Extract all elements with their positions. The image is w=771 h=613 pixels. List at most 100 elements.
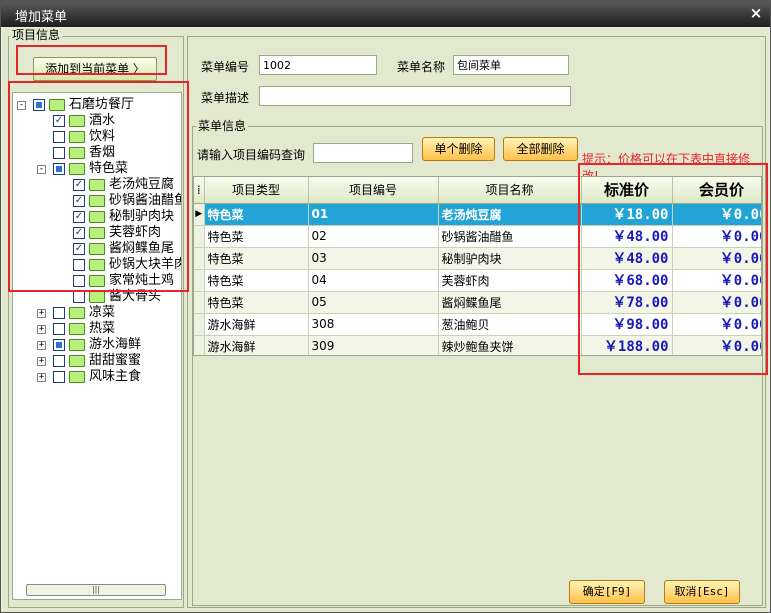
cell-code[interactable]: 309 (308, 335, 439, 355)
cell-type[interactable]: 特色菜 (204, 269, 309, 292)
table-row[interactable]: 特色菜04芙蓉虾肉￥68.00￥0.00 (194, 269, 761, 292)
cell-code[interactable]: 02 (308, 225, 439, 248)
checkbox-icon[interactable]: ✓ (73, 179, 85, 191)
cell-name[interactable]: 酱焖鲽鱼尾 (438, 291, 582, 314)
tree-node[interactable]: 饮料 (13, 129, 181, 145)
table-row[interactable]: 特色菜05酱焖鲽鱼尾￥78.00￥0.00 (194, 291, 761, 314)
cell-code[interactable]: 04 (308, 269, 439, 292)
checkbox-icon[interactable]: ✓ (73, 227, 85, 239)
menu-desc-input[interactable] (259, 86, 571, 106)
cell-type[interactable]: 特色菜 (204, 203, 309, 226)
tree-horizontal-scrollbar[interactable]: ||| (26, 584, 166, 596)
menu-code-input[interactable] (259, 55, 377, 75)
tree-node[interactable]: ✓ 砂锅酱油醋鱼 (13, 193, 181, 209)
cell-type[interactable]: 特色菜 (204, 291, 309, 314)
table-row[interactable]: 游水海鲜309辣炒鲍鱼夹饼￥188.00￥0.00 (194, 335, 761, 355)
cell-standard-price[interactable]: ￥68.00 (581, 269, 673, 292)
table-row[interactable]: 特色菜02砂锅酱油醋鱼￥48.00￥0.00 (194, 225, 761, 248)
tree-node[interactable]: - 特色菜 (13, 161, 181, 177)
checkbox-icon[interactable] (53, 339, 65, 351)
cell-member-price[interactable]: ￥0.00 (672, 203, 761, 226)
checkbox-icon[interactable]: ✓ (73, 195, 85, 207)
col-header-code[interactable]: 项目编号 (308, 177, 439, 204)
cell-name[interactable]: 葱油鲍贝 (438, 313, 582, 336)
expand-icon[interactable]: + (37, 309, 46, 318)
checkbox-icon[interactable] (53, 323, 65, 335)
checkbox-icon[interactable] (73, 259, 85, 271)
cell-code[interactable]: 05 (308, 291, 439, 314)
tree-node[interactable]: 酱大骨头 (13, 289, 181, 305)
cell-standard-price[interactable]: ￥48.00 (581, 225, 673, 248)
cell-name[interactable]: 砂锅酱油醋鱼 (438, 225, 582, 248)
tree-node[interactable]: ✓ 芙蓉虾肉 (13, 225, 181, 241)
search-code-input[interactable] (313, 143, 413, 163)
checkbox-icon[interactable] (73, 291, 85, 303)
collapse-icon[interactable]: - (37, 165, 46, 174)
checkbox-icon[interactable] (33, 99, 45, 111)
cell-member-price[interactable]: ￥0.00 (672, 335, 761, 355)
cell-type[interactable]: 特色菜 (204, 247, 309, 270)
cell-member-price[interactable]: ￥0.00 (672, 225, 761, 248)
table-row[interactable]: 游水海鲜308葱油鲍贝￥98.00￥0.00 (194, 313, 761, 336)
tree-node[interactable]: 砂锅大块羊肉 (13, 257, 181, 273)
cell-type[interactable]: 特色菜 (204, 225, 309, 248)
checkbox-icon[interactable] (53, 131, 65, 143)
tree-node[interactable]: + 游水海鲜 (13, 337, 181, 353)
cell-member-price[interactable]: ￥0.00 (672, 247, 761, 270)
tree-node[interactable]: + 凉菜 (13, 305, 181, 321)
tree-node[interactable]: ✓ 酒水 (13, 113, 181, 129)
cell-code[interactable]: 03 (308, 247, 439, 270)
expand-icon[interactable]: + (37, 357, 46, 366)
tree-node[interactable]: + 热菜 (13, 321, 181, 337)
tree-node[interactable]: 家常炖土鸡 (13, 273, 181, 289)
tree-node[interactable]: ✓ 酱焖鲽鱼尾 (13, 241, 181, 257)
cell-standard-price[interactable]: ￥98.00 (581, 313, 673, 336)
checkbox-icon[interactable] (53, 371, 65, 383)
project-tree[interactable]: ||| - 石磨坊餐厅 ✓ 酒水 饮料 香烟 - 特色菜 ✓ 老汤炖豆腐 ✓ 砂锅酱油醋鱼 ✓ 秘制驴肉块… (12, 92, 182, 600)
tree-node[interactable]: 香烟 (13, 145, 181, 161)
cancel-button[interactable]: 取消[Esc] (664, 580, 740, 604)
cell-type[interactable]: 游水海鲜 (204, 313, 309, 336)
col-header-standard-price[interactable]: 标准价 (581, 177, 673, 204)
tree-node[interactable]: ✓ 秘制驴肉块 (13, 209, 181, 225)
tree-node[interactable]: + 甜甜蜜蜜 (13, 353, 181, 369)
checkbox-icon[interactable]: ✓ (73, 211, 85, 223)
tree-node[interactable]: + 风味主食 (13, 369, 181, 385)
cell-code[interactable]: 308 (308, 313, 439, 336)
col-header-type[interactable]: 项目类型 (204, 177, 309, 204)
table-row[interactable]: 特色菜03秘制驴肉块￥48.00￥0.00 (194, 247, 761, 270)
cell-name[interactable]: 秘制驴肉块 (438, 247, 582, 270)
delete-all-button[interactable]: 全部删除 (503, 137, 578, 161)
checkbox-icon[interactable]: ✓ (73, 243, 85, 255)
confirm-button[interactable]: 确定[F9] (569, 580, 645, 604)
expand-icon[interactable]: + (37, 341, 46, 350)
col-header-member-price[interactable]: 会员价 (672, 177, 761, 204)
collapse-icon[interactable]: - (17, 101, 26, 110)
add-to-menu-button[interactable]: 添加到当前菜单 〉 (33, 57, 157, 81)
checkbox-icon[interactable] (73, 275, 85, 287)
close-icon[interactable]: × (748, 4, 764, 22)
checkbox-icon[interactable] (53, 163, 65, 175)
menu-name-input[interactable] (453, 55, 569, 75)
checkbox-icon[interactable] (53, 147, 65, 159)
cell-name[interactable]: 芙蓉虾肉 (438, 269, 582, 292)
cell-member-price[interactable]: ￥0.00 (672, 291, 761, 314)
cell-standard-price[interactable]: ￥188.00 (581, 335, 673, 355)
table-row[interactable]: ▶特色菜01老汤炖豆腐￥18.00￥0.00 (194, 203, 761, 226)
cell-member-price[interactable]: ￥0.00 (672, 269, 761, 292)
cell-member-price[interactable]: ￥0.00 (672, 313, 761, 336)
cell-code[interactable]: 01 (308, 203, 439, 226)
expand-icon[interactable]: + (37, 373, 46, 382)
col-header-name[interactable]: 项目名称 (438, 177, 582, 204)
delete-one-button[interactable]: 单个删除 (422, 137, 495, 161)
cell-standard-price[interactable]: ￥48.00 (581, 247, 673, 270)
cell-standard-price[interactable]: ￥18.00 (581, 203, 673, 226)
cell-standard-price[interactable]: ￥78.00 (581, 291, 673, 314)
tree-node[interactable]: ✓ 老汤炖豆腐 (13, 177, 181, 193)
cell-name[interactable]: 辣炒鲍鱼夹饼 (438, 335, 582, 355)
expand-icon[interactable]: + (37, 325, 46, 334)
checkbox-icon[interactable] (53, 307, 65, 319)
tree-node[interactable]: - 石磨坊餐厅 (13, 97, 181, 113)
cell-type[interactable]: 游水海鲜 (204, 335, 309, 355)
checkbox-icon[interactable] (53, 355, 65, 367)
